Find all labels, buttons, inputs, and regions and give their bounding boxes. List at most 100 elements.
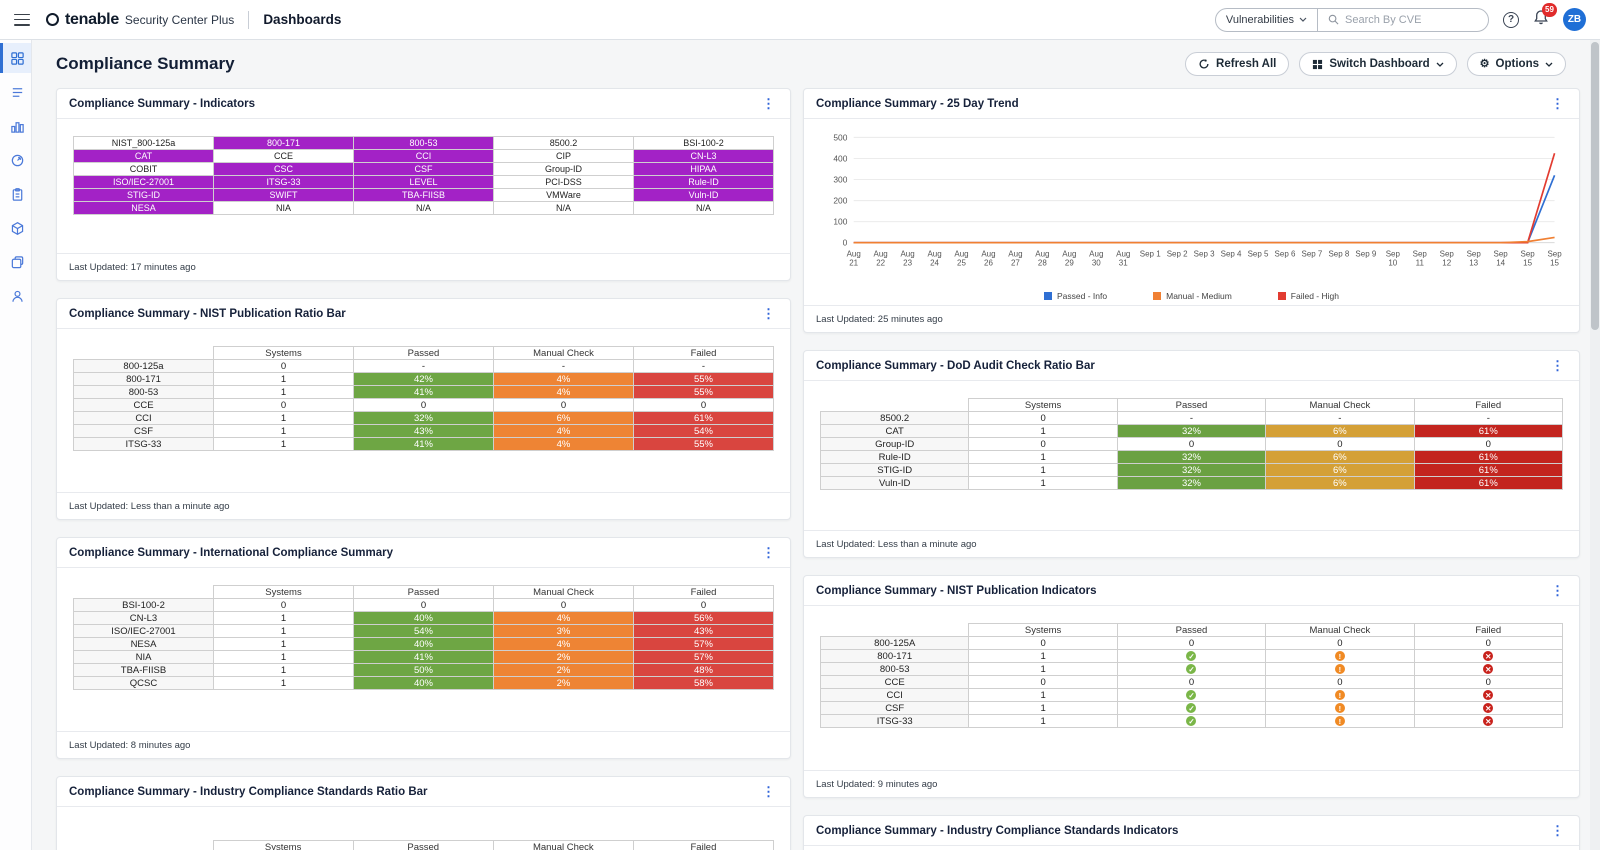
passed-cell: 32% — [1117, 451, 1265, 464]
panel-menu-button[interactable]: ⋮ — [759, 783, 778, 800]
indicator-cell: CCE — [214, 150, 354, 163]
topbar-page-title: Dashboards — [263, 12, 341, 27]
sidebar-item-reporting[interactable] — [0, 179, 31, 209]
indicator-cell: Vuln-ID — [634, 189, 774, 202]
indicator-cell: 8500.2 — [494, 137, 634, 150]
indicator-cell: NESA — [74, 202, 214, 215]
systems-cell: 1 — [214, 664, 354, 677]
manual-cell: 4% — [494, 612, 634, 625]
indicator-cell: ITSG-33 — [214, 176, 354, 189]
failed-cell: 0 — [1414, 637, 1562, 650]
svg-text:Aug30: Aug30 — [1089, 249, 1103, 267]
left-sidebar — [0, 40, 32, 850]
sidebar-item-assets[interactable] — [0, 213, 31, 243]
last-updated: Last Updated: 9 minutes ago — [804, 770, 1579, 797]
divider — [248, 11, 249, 29]
avatar[interactable]: ZB — [1563, 8, 1586, 31]
table-row: CSF1✓!✕ — [821, 702, 1563, 715]
passed-cell: 41% — [354, 651, 494, 664]
panel-nist-ratio: Compliance Summary - NIST Publication Ra… — [56, 298, 791, 520]
scrollbar-thumb[interactable] — [1591, 42, 1599, 330]
panel-menu-button[interactable]: ⋮ — [759, 95, 778, 112]
failed-cross-icon: ✕ — [1483, 651, 1493, 661]
svg-text:Aug25: Aug25 — [954, 249, 968, 267]
svg-text:100: 100 — [833, 217, 847, 227]
search-scope-dropdown[interactable]: Vulnerabilities — [1216, 14, 1317, 26]
sidebar-item-scans[interactable] — [0, 145, 31, 175]
feeds-layers-icon — [10, 255, 25, 270]
column-header: Manual Check — [494, 586, 634, 599]
systems-cell: 1 — [214, 612, 354, 625]
switch-dashboard-button[interactable]: Switch Dashboard — [1299, 52, 1456, 76]
search-input[interactable] — [1345, 14, 1475, 26]
brand-name: tenable — [65, 11, 119, 29]
sidebar-item-analysis[interactable] — [0, 77, 31, 107]
notifications-button[interactable]: 59 — [1533, 9, 1549, 31]
dod-table-wrap: SystemsPassedManual CheckFailed8500.20--… — [804, 381, 1579, 530]
passed-cell: 0 — [354, 599, 494, 612]
svg-text:Aug28: Aug28 — [1035, 249, 1049, 267]
table-row: CCE0000 — [74, 399, 774, 412]
svg-text:Sep 9: Sep 9 — [1355, 249, 1376, 258]
column-header: Failed — [1414, 624, 1562, 637]
passed-cell: 42% — [354, 373, 494, 386]
passed-cell: ✓ — [1117, 663, 1265, 676]
sidebar-item-users[interactable] — [0, 281, 31, 311]
table-row: BSI-100-20000 — [74, 599, 774, 612]
svg-text:Sep12: Sep12 — [1440, 249, 1455, 267]
column-header: Manual Check — [493, 841, 633, 850]
indicator-cell: CAT — [74, 150, 214, 163]
systems-cell: 1 — [214, 386, 354, 399]
column-header: Manual Check — [494, 347, 634, 360]
last-updated: Last Updated: Less than a minute ago — [804, 530, 1579, 557]
row-label: CCE — [74, 399, 214, 412]
data-table: SystemsPassedManual CheckFailed800-125a0… — [73, 346, 774, 451]
table-row: CCI132%6%61% — [74, 412, 774, 425]
failed-cell: 61% — [634, 412, 774, 425]
users-person-icon — [10, 289, 25, 304]
series-line — [854, 153, 1555, 242]
column-header: Manual Check — [1266, 399, 1414, 412]
column-header: Manual Check — [1266, 624, 1414, 637]
row-label: TBA-FIISB — [74, 664, 214, 677]
panel-menu-button[interactable]: ⋮ — [1548, 357, 1567, 374]
passed-cell: ✓ — [1117, 715, 1265, 728]
indicator-cell: CIP — [494, 150, 634, 163]
panel-menu-button[interactable]: ⋮ — [1548, 582, 1567, 599]
table-row: NESA140%4%57% — [74, 638, 774, 651]
refresh-all-button[interactable]: Refresh All — [1185, 52, 1289, 76]
table-header-row: SystemsPassedManual CheckFailed — [821, 624, 1563, 637]
indicator-cell: ISO/IEC-27001 — [74, 176, 214, 189]
search-scope-label: Vulnerabilities — [1226, 14, 1294, 26]
table-row: CCI1✓!✕ — [821, 689, 1563, 702]
svg-text:500: 500 — [833, 132, 847, 142]
sidebar-item-feeds[interactable] — [0, 247, 31, 277]
options-button[interactable]: ⚙ Options — [1467, 52, 1566, 76]
indicator-cell: TBA-FIISB — [354, 189, 494, 202]
failed-cell: 0 — [1414, 676, 1562, 689]
help-icon[interactable]: ? — [1503, 12, 1519, 28]
row-label: 800-125A — [821, 637, 969, 650]
row-label: CSF — [821, 702, 969, 715]
manual-cell: 4% — [494, 438, 634, 451]
panel-menu-button[interactable]: ⋮ — [1548, 95, 1567, 112]
systems-cell: 1 — [969, 663, 1117, 676]
sidebar-item-dashboards[interactable] — [0, 43, 31, 73]
sidebar-item-solutions[interactable] — [0, 111, 31, 141]
panel-menu-button[interactable]: ⋮ — [1548, 822, 1567, 839]
gear-icon: ⚙ — [1480, 59, 1490, 70]
indicator-cell: CSC — [214, 163, 354, 176]
chart-legend: Passed - InfoManual - MediumFailed - Hig… — [820, 291, 1563, 301]
panel-title: Compliance Summary - NIST Publication Ra… — [69, 308, 346, 320]
table-row: ISO/IEC-27001154%3%43% — [74, 625, 774, 638]
passed-check-icon: ✓ — [1186, 651, 1196, 661]
failed-cross-icon: ✕ — [1483, 716, 1493, 726]
manual-cell: ! — [1266, 702, 1414, 715]
row-label: Rule-ID — [821, 451, 969, 464]
failed-cell: 55% — [634, 373, 774, 386]
panel-menu-button[interactable]: ⋮ — [759, 305, 778, 322]
industry-ratio-table-wrap: SystemsPassedManual CheckFailed — [57, 807, 790, 850]
hamburger-menu-icon[interactable] — [14, 14, 30, 26]
panel-menu-button[interactable]: ⋮ — [759, 544, 778, 561]
svg-text:Sep15: Sep15 — [1521, 249, 1536, 267]
